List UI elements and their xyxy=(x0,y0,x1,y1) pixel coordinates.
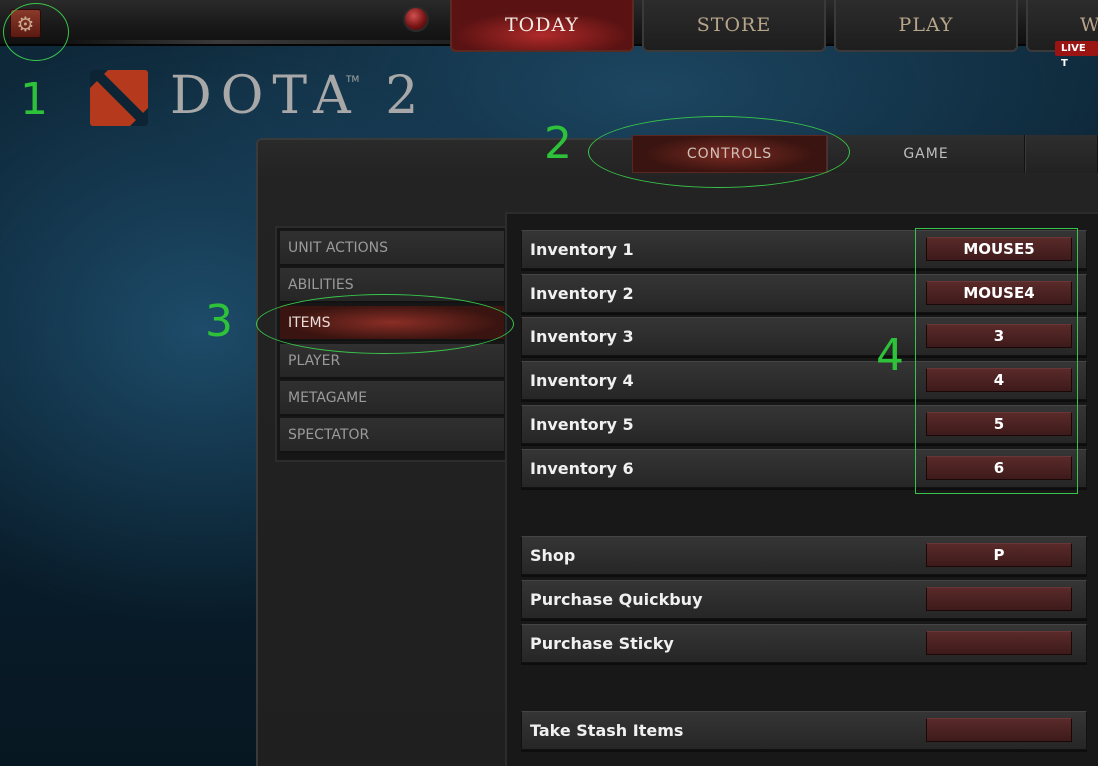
binding-label: Purchase Quickbuy xyxy=(530,590,703,609)
annotation-number-4: 4 xyxy=(876,330,904,381)
tab-next[interactable] xyxy=(1025,135,1098,173)
live-badge: LIVE T xyxy=(1055,41,1098,69)
category-unit-actions[interactable]: UNIT ACTIONS xyxy=(280,231,504,266)
binding-label: Inventory 1 xyxy=(530,240,634,259)
key-button[interactable] xyxy=(926,587,1072,611)
annotation-box-4 xyxy=(915,228,1078,494)
binding-row: Purchase Sticky xyxy=(521,624,1087,663)
tab-game[interactable]: GAME xyxy=(827,135,1025,173)
binding-label: Inventory 2 xyxy=(530,284,634,303)
category-metagame[interactable]: METAGAME xyxy=(280,381,504,416)
binding-row: Purchase Quickbuy xyxy=(521,580,1087,619)
binding-label: Shop xyxy=(530,546,576,565)
annotation-number-3: 3 xyxy=(205,296,233,347)
annotation-circle-1 xyxy=(3,3,69,61)
trademark-mark: TM xyxy=(346,75,360,85)
binding-row: Shop P xyxy=(521,536,1087,575)
binding-label: Inventory 3 xyxy=(530,327,634,346)
dota-logo-icon xyxy=(90,70,148,126)
key-button[interactable] xyxy=(926,718,1072,742)
nav-tab-today[interactable]: TODAY xyxy=(450,0,634,52)
key-button[interactable]: P xyxy=(926,543,1072,567)
annotation-circle-2 xyxy=(588,116,850,188)
binding-row: Take Stash Items xyxy=(521,711,1087,750)
category-spectator[interactable]: SPECTATOR xyxy=(280,418,504,453)
annotation-circle-3 xyxy=(256,294,514,354)
nav-tab-play[interactable]: PLAY xyxy=(834,0,1018,52)
binding-label: Take Stash Items xyxy=(530,721,684,740)
binding-label: Inventory 5 xyxy=(530,415,634,434)
orb-ornament xyxy=(403,6,429,32)
binding-label: Inventory 4 xyxy=(530,371,634,390)
top-bar-trim xyxy=(60,40,460,44)
logo-text: DOTA 2 xyxy=(170,66,428,126)
nav-tab-store[interactable]: STORE xyxy=(642,0,826,52)
binding-label: Inventory 6 xyxy=(530,459,634,478)
binding-label: Purchase Sticky xyxy=(530,634,674,653)
annotation-number-1: 1 xyxy=(20,74,48,125)
key-button[interactable] xyxy=(926,631,1072,655)
annotation-number-2: 2 xyxy=(544,118,572,169)
